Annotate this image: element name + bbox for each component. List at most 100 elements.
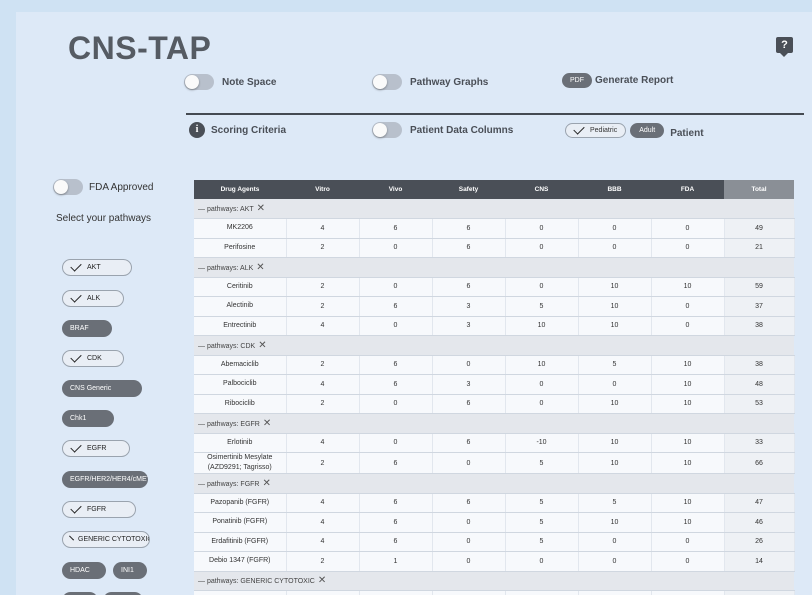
score-cell: 5 — [505, 493, 579, 513]
pathway-chip[interactable]: ALK — [62, 290, 124, 307]
scoring-criteria-button[interactable]: i Scoring Criteria — [189, 122, 286, 138]
patient-data-columns-switch[interactable] — [372, 122, 402, 138]
score-cell: 4 — [286, 590, 360, 595]
remove-group-icon[interactable]: ✕ — [318, 575, 326, 586]
collapse-icon[interactable]: — — [198, 481, 207, 488]
table-row[interactable]: MK2206 4 6 6 0 0 0 49 — [194, 218, 795, 239]
table-row[interactable]: Osimertinib Mesylate (AZD9291; Tagrisso)… — [194, 452, 795, 474]
table-row[interactable]: Ceritinib 2 0 6 0 10 10 59 — [194, 277, 795, 297]
pathway-chip[interactable]: FGFR — [62, 501, 136, 518]
fda-approved-switch[interactable] — [53, 179, 83, 195]
column-header[interactable]: Vivo — [359, 180, 432, 199]
collapse-icon[interactable]: — — [198, 421, 207, 428]
table-row[interactable]: Erdafitinib (FGFR) 4 6 0 5 0 0 26 — [194, 532, 795, 552]
group-row[interactable]: — pathways: FGFR ✕ — [194, 473, 794, 494]
scoring-criteria-label: Scoring Criteria — [211, 124, 287, 136]
score-cell: 10 — [651, 374, 725, 395]
score-cell: 2 — [286, 452, 360, 474]
note-space-toggle[interactable]: Note Space — [184, 74, 276, 90]
table-row[interactable]: Abemaciclib 2 6 0 10 5 10 38 — [194, 355, 795, 375]
score-cell: 37 — [724, 296, 795, 317]
pathway-graphs-switch[interactable] — [372, 74, 402, 90]
column-header[interactable]: CNS — [505, 180, 578, 199]
remove-group-icon[interactable]: ✕ — [258, 340, 266, 351]
score-cell: 33 — [724, 433, 795, 453]
score-cell: 6 — [359, 590, 433, 595]
check-icon — [70, 502, 82, 514]
collapse-icon[interactable]: — — [198, 578, 207, 585]
table-row[interactable]: Perifosine 2 0 6 0 0 0 21 — [194, 238, 795, 258]
pathway-chip[interactable]: CNS Generic — [62, 380, 142, 397]
table-row[interactable]: Pazopanib (FGFR) 4 6 6 5 5 10 47 — [194, 493, 795, 513]
collapse-icon[interactable]: — — [198, 265, 207, 272]
score-cell: 6 — [359, 452, 433, 474]
pathway-chip[interactable]: EGFR — [62, 440, 130, 457]
table-row[interactable]: Erlotinib 4 0 6 -10 10 10 33 — [194, 433, 795, 453]
fda-approved-label: FDA Approved — [89, 181, 154, 193]
drug-name-cell: Osimertinib Mesylate (AZD9291; Tagrisso) — [194, 452, 287, 474]
column-header[interactable]: Safety — [432, 180, 505, 199]
column-header[interactable]: BBB — [578, 180, 651, 199]
pathway-graphs-toggle[interactable]: Pathway Graphs — [372, 74, 488, 90]
table-row[interactable]: Alectinib 2 6 3 5 10 0 37 — [194, 296, 795, 317]
group-row[interactable]: — pathways: GENERIC CYTOTOXIC ✕ — [194, 571, 794, 591]
patient-data-columns-toggle[interactable]: Patient Data Columns — [372, 122, 513, 138]
pediatric-option[interactable]: Pediatric — [565, 123, 627, 138]
pathway-chip[interactable]: BRAF — [62, 320, 112, 337]
drug-name-cell: Ponatinib (FGFR) — [194, 512, 287, 533]
pathway-chip[interactable]: HDAC — [62, 562, 106, 579]
group-row[interactable]: — pathways: AKT ✕ — [194, 199, 794, 219]
pathway-chip-label: CDK — [87, 355, 102, 362]
pathway-chip[interactable]: INI1 — [113, 562, 147, 579]
pediatric-label: Pediatric — [590, 127, 618, 134]
collapse-icon[interactable]: — — [198, 206, 207, 213]
collapse-icon[interactable]: — — [198, 343, 207, 350]
pathway-chip[interactable]: GENERIC CYTOTOXIC — [62, 531, 150, 548]
score-cell: 0 — [651, 316, 725, 336]
remove-group-icon[interactable]: ✕ — [262, 478, 270, 489]
group-cell: — pathways: EGFR ✕ — [194, 413, 794, 434]
group-label: pathways: EGFR — [206, 420, 260, 428]
group-row[interactable]: — pathways: CDK ✕ — [194, 335, 794, 356]
select-pathways-label: Select your pathways — [56, 213, 152, 224]
table-row[interactable]: Ponatinib (FGFR) 4 6 0 5 10 10 46 — [194, 512, 795, 533]
help-icon[interactable]: ? — [776, 37, 793, 57]
score-cell: 10 — [578, 277, 652, 297]
score-cell: 0 — [651, 238, 725, 258]
pathway-chip-label: BRAF — [70, 325, 89, 332]
table-row[interactable]: Debio 1347 (FGFR) 2 1 0 0 0 0 14 — [194, 551, 795, 572]
score-cell: 2 — [286, 238, 360, 258]
generate-report-button[interactable]: PDF Generate Report — [562, 73, 673, 88]
pathway-chip[interactable]: Chk1 — [62, 410, 114, 427]
table-row[interactable]: Palbociclib 4 6 3 0 0 10 48 — [194, 374, 795, 395]
group-row[interactable]: — pathways: ALK ✕ — [194, 257, 794, 278]
pathway-chip[interactable]: CDK — [62, 350, 124, 367]
score-cell: 0 — [359, 433, 433, 453]
score-cell: 0 — [432, 551, 506, 572]
table-body: — pathways: AKT ✕ MK2206 4 6 6 0 0 0 49 Perifosine… — [194, 199, 795, 595]
remove-group-icon[interactable]: ✕ — [256, 262, 264, 273]
group-label: pathways: AKT — [206, 206, 254, 213]
column-header[interactable]: Vitro — [286, 180, 359, 199]
score-cell: 4 — [286, 512, 360, 533]
pathway-chip[interactable]: EGFR/HER2/HER4/cMET — [62, 471, 148, 488]
remove-group-icon[interactable]: ✕ — [263, 418, 271, 429]
column-header[interactable]: Drug Agents — [194, 180, 286, 199]
score-cell: 6 — [359, 532, 433, 552]
remove-group-icon[interactable]: ✕ — [257, 203, 265, 214]
pathway-chip[interactable]: AKT — [62, 259, 132, 276]
group-cell: — pathways: GENERIC CYTOTOXIC ✕ — [194, 571, 794, 591]
score-cell: 0 — [651, 551, 725, 572]
group-cell: — pathways: FGFR ✕ — [194, 473, 794, 494]
column-header[interactable]: FDA — [651, 180, 724, 199]
column-header[interactable]: Total — [724, 180, 794, 199]
table-row[interactable]: Entrectinib 4 0 3 10 10 0 38 — [194, 316, 795, 336]
adult-option[interactable]: Adult — [630, 123, 665, 138]
score-cell: 10 — [505, 316, 579, 336]
table-row[interactable]: Ribociclib 2 0 6 0 10 10 53 — [194, 394, 795, 414]
score-cell: 10 — [651, 394, 725, 414]
fda-approved-toggle[interactable]: FDA Approved — [53, 179, 153, 195]
table-row[interactable]: Etoposide4661001056 — [194, 590, 795, 595]
group-row[interactable]: — pathways: EGFR ✕ — [194, 413, 794, 434]
note-space-switch[interactable] — [184, 74, 214, 90]
